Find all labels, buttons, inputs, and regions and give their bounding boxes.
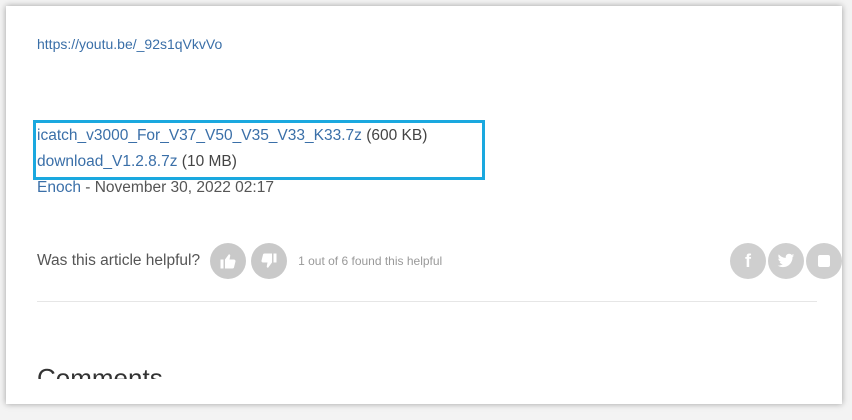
article-frame: https://youtu.be/_92s1qVkvVo icatch_v300…	[6, 6, 842, 404]
article-date: November 30, 2022 02:17	[94, 179, 274, 196]
share-facebook-button[interactable]: f	[730, 243, 766, 279]
article-meta: Enoch - November 30, 2022 02:17	[37, 179, 274, 197]
section-divider	[37, 301, 817, 302]
attachment-item: download_V1.2.8.7z (10 MB)	[37, 153, 237, 171]
linkedin-icon	[818, 255, 830, 267]
share-twitter-button[interactable]	[768, 243, 804, 279]
article-votes: Was this article helpful? 1 out of 6 fou…	[37, 243, 442, 279]
facebook-icon: f	[745, 250, 751, 271]
attachment-link-download[interactable]: download_V1.2.8.7z	[37, 153, 177, 170]
vote-down-button[interactable]	[251, 243, 288, 279]
attachment-item: icatch_v3000_For_V37_V50_V35_V33_K33.7z …	[37, 127, 427, 145]
attachment-size: (10 MB)	[181, 153, 237, 170]
vote-count: 1 out of 6 found this helpful	[298, 254, 443, 268]
thumbs-down-icon	[261, 253, 277, 268]
meta-separator: -	[80, 179, 95, 196]
share-linkedin-button[interactable]	[806, 243, 842, 279]
crop-edge	[6, 379, 842, 404]
thumbs-up-icon	[220, 254, 236, 269]
attachment-link-icatch[interactable]: icatch_v3000_For_V37_V50_V35_V33_K33.7z	[37, 127, 362, 144]
helpful-question: Was this article helpful?	[37, 252, 201, 269]
twitter-icon	[777, 253, 795, 268]
vote-up-button[interactable]	[210, 243, 247, 279]
author-link[interactable]: Enoch	[37, 179, 81, 196]
attachment-size: (600 KB)	[366, 127, 428, 144]
video-link[interactable]: https://youtu.be/_92s1qVkvVo	[37, 36, 222, 52]
